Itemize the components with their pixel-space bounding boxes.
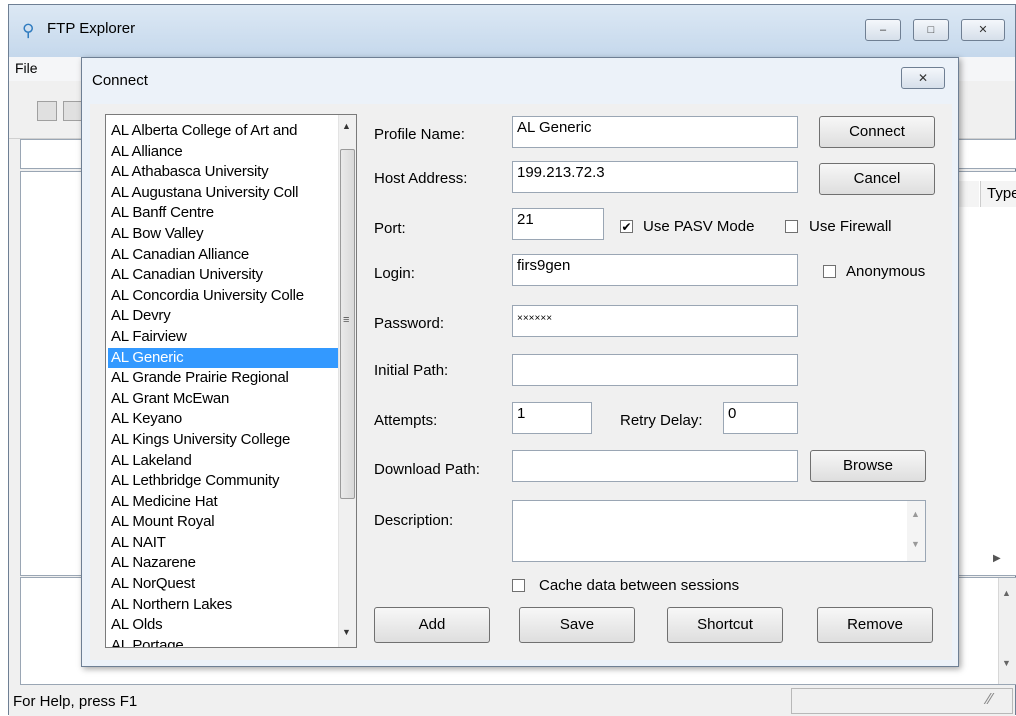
scroll-up-icon[interactable]: ▲ [911, 509, 920, 519]
profile-list-item[interactable]: AL Alberta College of Art and [108, 121, 338, 142]
use-firewall-label[interactable]: Use Firewall [809, 218, 892, 235]
window-title: FTP Explorer [47, 20, 136, 37]
check-mark-icon: ✔ [621, 220, 632, 234]
scroll-down-icon[interactable]: ▼ [342, 627, 351, 637]
remove-button[interactable]: Remove [817, 607, 933, 643]
profile-list-item[interactable]: AL Athabasca University [108, 162, 338, 183]
scroll-down-icon[interactable]: ▼ [1002, 658, 1011, 668]
dialog-close-button[interactable]: ✕ [901, 67, 945, 89]
profile-list-item[interactable]: AL Devry [108, 306, 338, 327]
profile-list-item[interactable]: AL Augustana University Coll [108, 183, 338, 204]
profile-list-item[interactable]: AL Northern Lakes [108, 595, 338, 616]
initial-path-input[interactable] [512, 354, 798, 386]
profile-list-item[interactable]: AL Alliance [108, 142, 338, 163]
add-button[interactable]: Add [374, 607, 490, 643]
profile-items: AL Alberta College of Art and AL Alliance… [108, 121, 338, 647]
profile-list-item[interactable]: AL Olds [108, 615, 338, 636]
profile-list-item[interactable]: AL NAIT [108, 533, 338, 554]
browse-button[interactable]: Browse [810, 450, 926, 482]
profile-list-item[interactable]: AL Generic [108, 347, 338, 369]
scroll-down-icon[interactable]: ▼ [911, 539, 920, 549]
host-address-input[interactable]: 199.213.72.3 [512, 161, 798, 193]
description-scrollbar[interactable]: ▲ ▼ [907, 501, 925, 561]
connect-dialog: Connect ✕ AL Alberta College of Art and A… [81, 57, 959, 667]
status-text: For Help, press F1 [13, 693, 138, 710]
grip-icon: ≡ [343, 314, 350, 326]
dialog-body: AL Alberta College of Art and AL Alliance… [90, 104, 952, 660]
use-pasv-label[interactable]: Use PASV Mode [643, 218, 754, 235]
host-address-label: Host Address: [374, 170, 468, 187]
profile-list-scrollbar[interactable]: ▲ ≡ ▼ [338, 115, 356, 647]
attempts-label: Attempts: [374, 412, 438, 429]
profile-list-item[interactable]: AL Keyano [108, 409, 338, 430]
profile-list-item[interactable]: AL Concordia University Colle [108, 286, 338, 307]
minimize-button[interactable]: – [865, 19, 901, 41]
connect-button[interactable]: Connect [819, 116, 935, 148]
profile-list-item[interactable]: AL Nazarene [108, 553, 338, 574]
scroll-thumb[interactable]: ≡ [340, 149, 355, 499]
menu-file[interactable]: File [15, 60, 38, 76]
title-bar[interactable]: ⚲ FTP Explorer – □ ✕ [9, 5, 1015, 57]
dialog-title: Connect [92, 72, 148, 89]
cache-data-checkbox[interactable] [512, 579, 525, 592]
profile-list-item[interactable]: AL Canadian University [108, 265, 338, 286]
toolbar-connect-icon[interactable] [37, 101, 57, 121]
anonymous-checkbox[interactable] [823, 265, 836, 278]
profile-list-item[interactable]: AL Mount Royal [108, 512, 338, 533]
cache-data-label[interactable]: Cache data between sessions [539, 577, 739, 594]
login-input[interactable]: firs9gen [512, 254, 798, 286]
download-path-label: Download Path: [374, 461, 480, 478]
profile-list-item[interactable]: AL Lakeland [108, 451, 338, 472]
cancel-button[interactable]: Cancel [819, 163, 935, 195]
download-path-input[interactable] [512, 450, 798, 482]
profile-name-label: Profile Name: [374, 126, 465, 143]
description-input[interactable]: ▲ ▼ [512, 500, 926, 562]
status-panel [791, 688, 1013, 714]
profile-list-item[interactable]: AL Grant McEwan [108, 389, 338, 410]
password-input[interactable]: ×××××× [512, 305, 798, 337]
attempts-input[interactable]: 1 [512, 402, 592, 434]
maximize-button[interactable]: □ [913, 19, 949, 41]
profile-list-item[interactable]: AL Banff Centre [108, 203, 338, 224]
profile-list-item[interactable]: AL Canadian Alliance [108, 245, 338, 266]
close-button[interactable]: ✕ [961, 19, 1005, 41]
resize-grip-icon[interactable]: ∕∕ [987, 691, 992, 709]
profile-list-item[interactable]: AL Medicine Hat [108, 492, 338, 513]
scroll-right-icon[interactable]: ▶ [993, 553, 1001, 564]
status-bar: For Help, press F1 ∕∕ [9, 685, 1015, 716]
retry-delay-label: Retry Delay: [620, 412, 703, 429]
port-label: Port: [374, 220, 406, 237]
scroll-up-icon[interactable]: ▲ [342, 121, 351, 131]
use-pasv-checkbox[interactable]: ✔ [620, 220, 633, 233]
profile-list-item[interactable]: AL Portage [108, 636, 338, 647]
profile-list-item[interactable]: AL Lethbridge Community [108, 471, 338, 492]
profile-name-input[interactable]: AL Generic [512, 116, 798, 148]
column-header-type[interactable]: Type [980, 181, 1016, 207]
profile-list-item[interactable]: AL Kings University College [108, 430, 338, 451]
port-input[interactable]: 21 [512, 208, 604, 240]
initial-path-label: Initial Path: [374, 362, 449, 379]
profile-list[interactable]: AL Alberta College of Art and AL Alliance… [105, 114, 357, 648]
profile-list-item[interactable]: AL Fairview [108, 327, 338, 348]
scroll-up-icon[interactable]: ▲ [1002, 588, 1011, 598]
toolbar-disconnect-icon[interactable] [63, 101, 83, 121]
save-button[interactable]: Save [519, 607, 635, 643]
login-label: Login: [374, 265, 415, 282]
log-scrollbar[interactable]: ▲ ▼ [998, 578, 1016, 684]
ftp-explorer-app-icon: ⚲ [22, 21, 35, 40]
description-label: Description: [374, 512, 454, 529]
use-firewall-checkbox[interactable] [785, 220, 798, 233]
password-label: Password: [374, 315, 445, 332]
shortcut-button[interactable]: Shortcut [667, 607, 783, 643]
profile-list-item[interactable]: AL Bow Valley [108, 224, 338, 245]
anonymous-label[interactable]: Anonymous [846, 263, 925, 280]
retry-delay-input[interactable]: 0 [723, 402, 798, 434]
profile-list-item[interactable]: AL Grande Prairie Regional [108, 368, 338, 389]
profile-list-item[interactable]: AL NorQuest [108, 574, 338, 595]
